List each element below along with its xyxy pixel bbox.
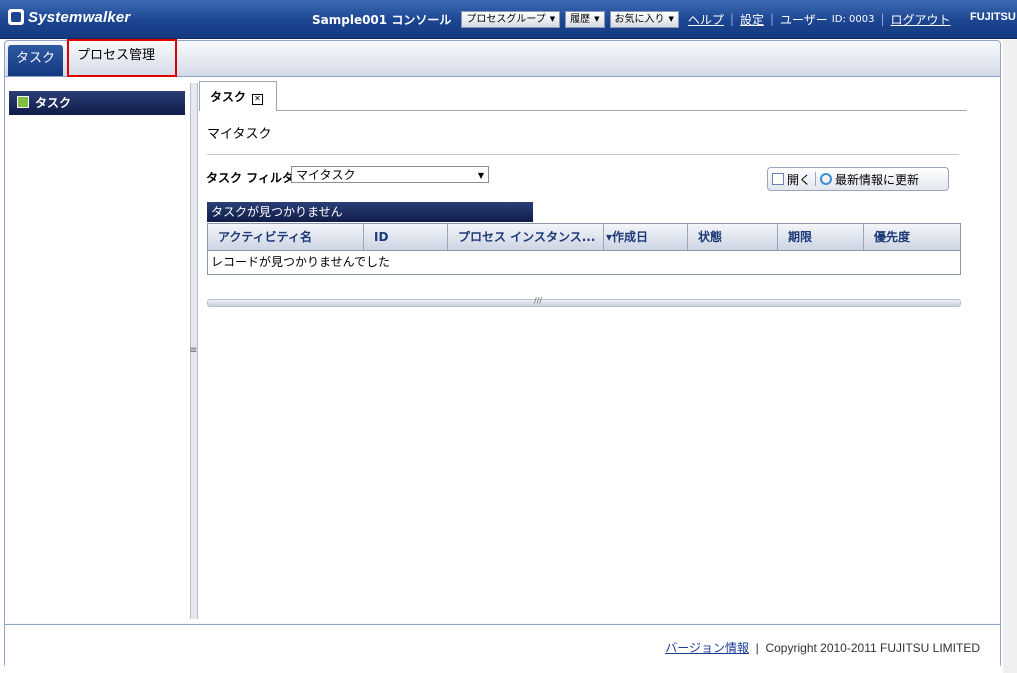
settings-link[interactable]: 設定 (740, 11, 764, 28)
open-icon (772, 173, 784, 185)
splitter-grip-icon: ≡ (189, 345, 198, 356)
favorites-dropdown[interactable]: お気に入り ▼ (609, 10, 679, 28)
refresh-icon (820, 173, 833, 185)
status-bar: タスクが見つかりません (207, 202, 533, 222)
top-header: Systemwalker Sample001 コンソール プロセスグループ ▼ 履… (0, 0, 1017, 39)
close-icon[interactable]: ✕ (252, 94, 264, 105)
divider (207, 154, 959, 155)
open-button[interactable]: 開く (768, 171, 815, 188)
empty-message: レコードが見つかりませんでした (211, 255, 391, 269)
horizontal-scrollbar[interactable]: /// (207, 296, 961, 307)
top-tab-bar: タスク プロセス管理 (5, 39, 1000, 77)
fujitsu-logo: FUJITSU (970, 11, 1016, 23)
column-header-status[interactable]: 状態 (688, 224, 778, 250)
console-title: Sample001 コンソール (312, 12, 452, 27)
filter-label: タスク フィルタ (206, 171, 294, 185)
chevron-down-icon: ▼ (594, 14, 600, 23)
tab-tasks[interactable]: タスク (8, 45, 64, 76)
column-header-process-instance[interactable]: プロセス インスタンス... (448, 224, 604, 250)
refresh-button[interactable]: 最新情報に更新 (816, 171, 923, 188)
user-label: ユーザー (780, 12, 828, 27)
process-group-dropdown[interactable]: プロセスグループ ▼ (461, 10, 561, 28)
version-info-link[interactable]: バージョン情報 (665, 641, 749, 655)
content-area: タスク ≡ タスク ✕ マイタスク タスク フィルタ マイタスク ▼ 開く 最新情… (5, 77, 1000, 623)
chevron-down-icon: ▼ (477, 171, 484, 180)
main-frame: タスク プロセス管理 タスク ≡ タスク ✕ マイタスク タスク フィルタ マイタ… (4, 39, 1001, 668)
logout-link[interactable]: ログアウト (891, 11, 951, 28)
tab-task-inner[interactable]: タスク ✕ (199, 81, 277, 111)
chevron-down-icon: ▼ (549, 14, 556, 23)
column-header-created[interactable]: ▾作成日 (604, 224, 688, 250)
task-toolbar: 開く 最新情報に更新 (767, 167, 949, 191)
column-header-activity[interactable]: アクティビティ名 (208, 224, 364, 250)
footer: バージョン情報 | Copyright 2010-2011 FUJITSU LI… (5, 624, 1000, 668)
chevron-down-icon: ▼ (668, 14, 674, 23)
task-icon (17, 96, 29, 108)
task-filter-select[interactable]: マイタスク ▼ (291, 166, 489, 183)
copyright: Copyright 2010-2011 FUJITSU LIMITED (765, 641, 980, 655)
help-link[interactable]: ヘルプ (688, 11, 724, 28)
sidebar-item-tasks[interactable]: タスク (9, 91, 185, 115)
column-header-deadline[interactable]: 期限 (778, 224, 864, 250)
tab-process-management[interactable]: プロセス管理 (67, 39, 177, 77)
systemwalker-logo: Systemwalker (8, 9, 130, 26)
page-title: マイタスク (207, 127, 272, 142)
column-header-id[interactable]: ID (364, 224, 448, 250)
scroll-grip-icon: /// (534, 296, 543, 305)
task-table: アクティビティ名 ID プロセス インスタンス... ▾作成日 状態 期限 優先… (207, 223, 961, 275)
window-scrollbar[interactable] (1003, 40, 1017, 673)
history-dropdown[interactable]: 履歴 ▼ (565, 10, 605, 28)
column-header-priority[interactable]: 優先度 (864, 224, 960, 250)
logo-mark-icon (8, 9, 24, 25)
user-id: ID: 0003 (831, 13, 875, 25)
header-menu: Sample001 コンソール プロセスグループ ▼ 履歴 ▼ お気に入り ▼ ヘルプ… (312, 10, 951, 28)
table-header: アクティビティ名 ID プロセス インスタンス... ▾作成日 状態 期限 優先… (208, 224, 960, 251)
